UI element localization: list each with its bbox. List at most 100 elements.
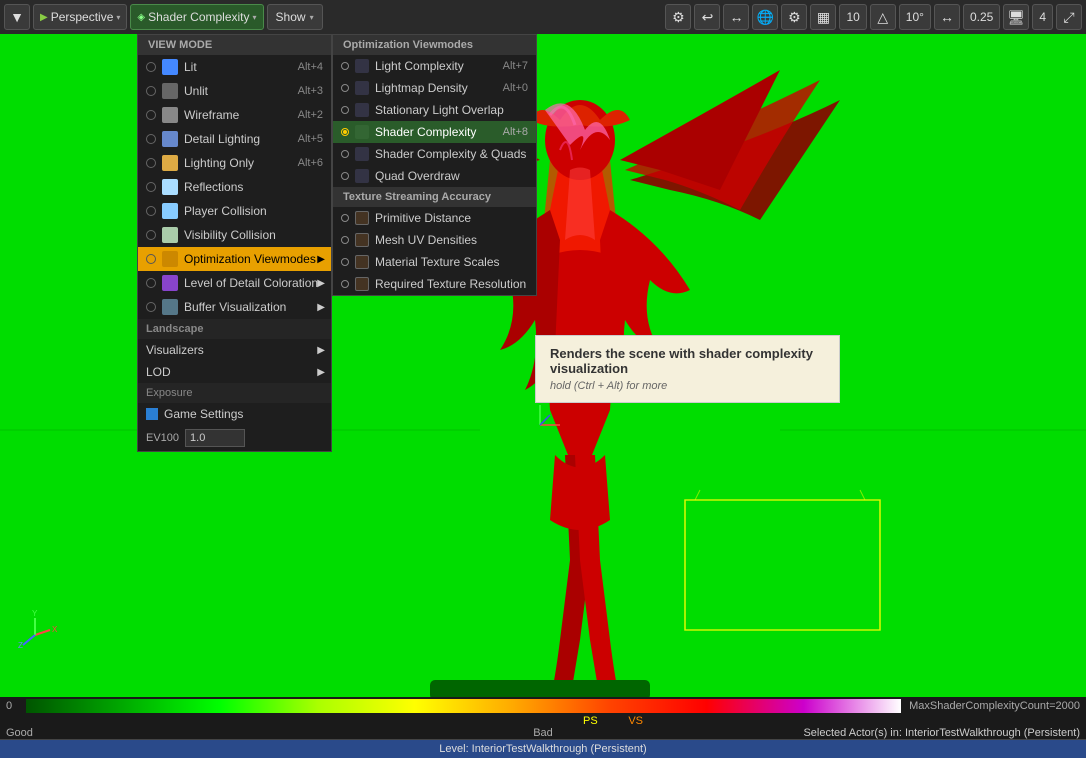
detail-lighting-label: Detail Lighting bbox=[184, 132, 260, 146]
primitive-distance-icon bbox=[355, 211, 369, 225]
scale-snap-icon[interactable]: ↔ bbox=[934, 4, 960, 30]
lightmap-density-shortcut: Alt+0 bbox=[503, 82, 528, 94]
optimization-icon bbox=[162, 251, 178, 267]
camera-icon[interactable]: 🖥 bbox=[1003, 4, 1029, 30]
perspective-arrow-icon: ▾ bbox=[116, 13, 120, 22]
opt-item-quad-overdraw[interactable]: Quad Overdraw bbox=[333, 165, 536, 187]
opt-item-material-texture[interactable]: Material Texture Scales bbox=[333, 251, 536, 273]
opt-item-lightmap-density[interactable]: Lightmap Density Alt+0 bbox=[333, 77, 536, 99]
menu-item-lit[interactable]: Lit Alt+4 bbox=[138, 55, 331, 79]
buffer-radio bbox=[146, 302, 156, 312]
menu-item-buffer-visualization[interactable]: Buffer Visualization bbox=[138, 295, 331, 319]
unlit-radio bbox=[146, 86, 156, 96]
lod-section-label: LOD bbox=[146, 365, 171, 379]
shader-complexity-opt-icon bbox=[355, 125, 369, 139]
shader-complexity-icon: ◈ bbox=[137, 12, 145, 23]
opt-item-primitive-distance[interactable]: Primitive Distance bbox=[333, 207, 536, 229]
reflections-icon bbox=[162, 179, 178, 195]
complexity-gradient bbox=[26, 699, 901, 713]
required-texture-label: Required Texture Resolution bbox=[375, 277, 526, 291]
angle-snap-icon[interactable]: △ bbox=[870, 4, 896, 30]
shader-complexity-dropdown[interactable]: ◈ Shader Complexity ▾ bbox=[130, 4, 263, 30]
shader-complexity-radio bbox=[341, 128, 349, 136]
opt-item-required-texture[interactable]: Required Texture Resolution bbox=[333, 273, 536, 295]
landscape-section-label: Landscape bbox=[138, 319, 331, 339]
perspective-label: Perspective bbox=[51, 10, 114, 24]
visibility-collision-radio bbox=[146, 230, 156, 240]
max-complexity-label: MaxShaderComplexityCount=2000 bbox=[909, 700, 1080, 712]
visibility-collision-label: Visibility Collision bbox=[184, 228, 276, 242]
tooltip-subtitle: hold (Ctrl + Alt) for more bbox=[550, 380, 825, 392]
mesh-uv-radio bbox=[341, 236, 349, 244]
game-settings-checkbox[interactable] bbox=[146, 408, 158, 420]
material-texture-label: Material Texture Scales bbox=[375, 255, 500, 269]
view-mode-menu: View Mode Lit Alt+4 Unlit Alt+3 Wirefram… bbox=[137, 34, 332, 452]
perspective-dropdown[interactable]: ▶ Perspective ▾ bbox=[33, 4, 127, 30]
optimization-submenu: Optimization Viewmodes Light Complexity … bbox=[332, 34, 537, 296]
perspective-icon: ▶ bbox=[40, 12, 48, 23]
opt-item-mesh-uv[interactable]: Mesh UV Densities bbox=[333, 229, 536, 251]
player-collision-icon bbox=[162, 203, 178, 219]
lighting-only-icon bbox=[162, 155, 178, 171]
lightmap-density-label: Lightmap Density bbox=[375, 81, 468, 95]
viewport-options-button[interactable]: ▼ bbox=[4, 4, 30, 30]
menu-item-optimization[interactable]: Optimization Viewmodes bbox=[138, 247, 331, 271]
menu-item-lighting-only[interactable]: Lighting Only Alt+6 bbox=[138, 151, 331, 175]
show-button[interactable]: Show ▾ bbox=[267, 4, 323, 30]
menu-item-reflections[interactable]: Reflections bbox=[138, 175, 331, 199]
menu-item-player-collision[interactable]: Player Collision bbox=[138, 199, 331, 223]
ev100-input[interactable] bbox=[185, 429, 245, 447]
editor-settings-icon[interactable]: ⚙ bbox=[665, 4, 691, 30]
view-mode-header: View Mode bbox=[138, 35, 331, 55]
grid-icon[interactable]: ▦ bbox=[810, 4, 836, 30]
shader-quads-label: Shader Complexity & Quads bbox=[375, 147, 526, 161]
mesh-uv-icon bbox=[355, 233, 369, 247]
stationary-light-icon bbox=[355, 103, 369, 117]
camera-speed-button[interactable]: 4 bbox=[1032, 4, 1053, 30]
menu-item-visualizers[interactable]: Visualizers bbox=[138, 339, 331, 361]
opt-item-stationary-light[interactable]: Stationary Light Overlap bbox=[333, 99, 536, 121]
lit-icon bbox=[162, 59, 178, 75]
detail-lighting-radio bbox=[146, 134, 156, 144]
lighting-only-label: Lighting Only bbox=[184, 156, 254, 170]
rotate-icon[interactable]: ↩ bbox=[694, 4, 720, 30]
grid-size-button[interactable]: 10 bbox=[839, 4, 866, 30]
lit-shortcut: Alt+4 bbox=[298, 61, 323, 73]
wireframe-label: Wireframe bbox=[184, 108, 239, 122]
opt-item-light-complexity[interactable]: Light Complexity Alt+7 bbox=[333, 55, 536, 77]
buffer-icon bbox=[162, 299, 178, 315]
menu-item-wireframe[interactable]: Wireframe Alt+2 bbox=[138, 103, 331, 127]
required-texture-radio bbox=[341, 280, 349, 288]
game-settings-checkbox-item[interactable]: Game Settings bbox=[138, 403, 331, 425]
player-collision-radio bbox=[146, 206, 156, 216]
visibility-collision-icon bbox=[162, 227, 178, 243]
world-icon[interactable]: 🌐 bbox=[752, 4, 778, 30]
surface-snap-icon[interactable]: ⚙ bbox=[781, 4, 807, 30]
menu-item-unlit[interactable]: Unlit Alt+3 bbox=[138, 79, 331, 103]
exposure-section-label: Exposure bbox=[138, 383, 331, 403]
opt-item-shader-complexity-quads[interactable]: Shader Complexity & Quads bbox=[333, 143, 536, 165]
good-bad-row: Good Bad Selected Actor(s) in: InteriorT… bbox=[0, 727, 1086, 739]
angle-size-button[interactable]: 10° bbox=[899, 4, 931, 30]
texture-streaming-header: Texture Streaming Accuracy bbox=[333, 187, 536, 207]
stationary-light-label: Stationary Light Overlap bbox=[375, 103, 504, 117]
opt-item-shader-complexity[interactable]: Shader Complexity Alt+8 bbox=[333, 121, 536, 143]
scale-icon[interactable]: ↔ bbox=[723, 4, 749, 30]
maximize-icon[interactable]: ⤢ bbox=[1056, 4, 1082, 30]
menu-item-lod[interactable]: LOD bbox=[138, 361, 331, 383]
optimization-label: Optimization Viewmodes bbox=[184, 252, 316, 266]
menu-item-visibility-collision[interactable]: Visibility Collision bbox=[138, 223, 331, 247]
shader-complexity-opt-shortcut: Alt+8 bbox=[503, 126, 528, 138]
scale-size-button[interactable]: 0.25 bbox=[963, 4, 1000, 30]
shader-complexity-arrow-icon: ▾ bbox=[253, 13, 257, 22]
lod-label: Level of Detail Coloration bbox=[184, 276, 318, 290]
light-complexity-shortcut: Alt+7 bbox=[503, 60, 528, 72]
menu-item-lod-coloration[interactable]: Level of Detail Coloration bbox=[138, 271, 331, 295]
lit-label: Lit bbox=[184, 60, 197, 74]
menu-item-detail-lighting[interactable]: Detail Lighting Alt+5 bbox=[138, 127, 331, 151]
level-label: Level: InteriorTestWalkthrough (Persiste… bbox=[439, 743, 646, 755]
material-texture-radio bbox=[341, 258, 349, 266]
gradient-zero-label: 0 bbox=[6, 700, 18, 712]
lightmap-density-icon bbox=[355, 81, 369, 95]
ev100-label: EV100 bbox=[146, 432, 179, 444]
